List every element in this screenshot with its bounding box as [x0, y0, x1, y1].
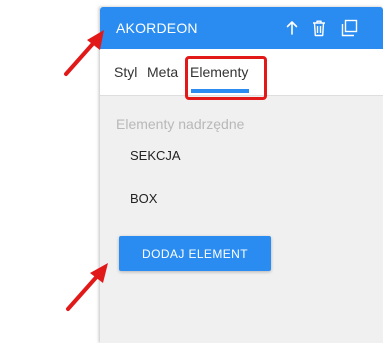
- parent-item-box[interactable]: BOX: [130, 191, 157, 206]
- trash-icon[interactable]: [309, 18, 329, 38]
- duplicate-icon[interactable]: [339, 18, 359, 38]
- panel-header: AKORDEON: [100, 7, 383, 49]
- tab-styl[interactable]: Styl: [114, 64, 137, 80]
- add-element-button[interactable]: DODAJ ELEMENT: [119, 236, 271, 271]
- red-arrow-icon: [64, 30, 104, 76]
- parent-item-sekcja[interactable]: SEKCJA: [130, 148, 181, 163]
- parent-elements-label: Elementy nadrzędne: [116, 116, 245, 132]
- arrow-up-icon[interactable]: [282, 18, 302, 38]
- panel-title: AKORDEON: [116, 20, 198, 36]
- tab-meta[interactable]: Meta: [147, 64, 178, 80]
- red-arrow-icon: [66, 263, 108, 311]
- tab-highlight-box: [185, 56, 267, 100]
